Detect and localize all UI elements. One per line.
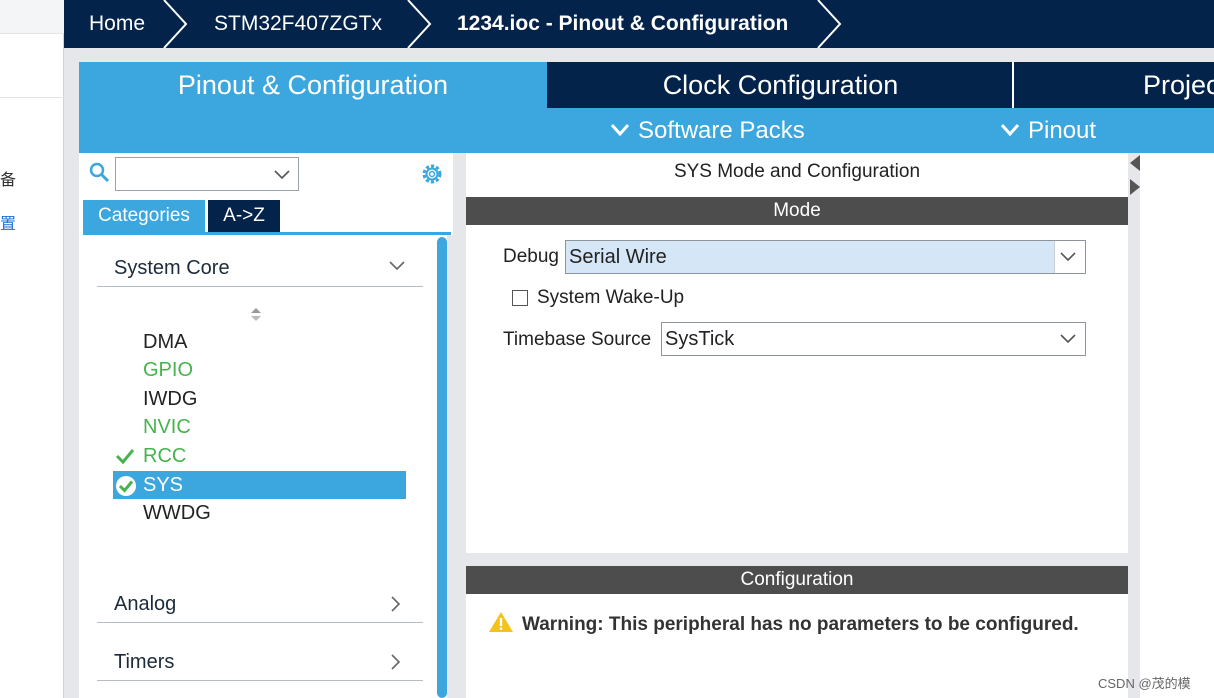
breadcrumb-home[interactable]: Home	[89, 0, 145, 48]
warning-icon	[489, 611, 513, 632]
chevron-down-icon	[610, 123, 630, 136]
tab-clock-configuration[interactable]: Clock Configuration	[549, 62, 1014, 108]
group-label: System Core	[114, 257, 230, 279]
breadcrumb-chevron-icon	[163, 0, 188, 48]
chevron-right-icon	[391, 596, 401, 612]
scrollbar[interactable]	[437, 237, 447, 698]
tree-item-iwdg[interactable]: IWDG	[113, 385, 406, 413]
tree-item-wwdg[interactable]: WWDG	[113, 499, 406, 527]
main-tabs: Pinout & Configuration Clock Configurati…	[79, 62, 1214, 108]
sort-icon[interactable]	[250, 306, 262, 324]
breadcrumb-mcu[interactable]: STM32F407ZGTx	[214, 0, 382, 48]
search-input[interactable]	[115, 157, 299, 191]
sub-toolbar: Software Packs Pinout	[79, 108, 1214, 153]
group-label: Analog	[114, 593, 177, 615]
group-timers[interactable]: Timers	[97, 645, 423, 681]
cubemx-window: Home STM32F407ZGTx 1234.ioc - Pinout & C…	[64, 0, 1214, 698]
breadcrumb-current[interactable]: 1234.ioc - Pinout & Configuration	[457, 0, 788, 48]
breadcrumb-chevron-icon	[817, 0, 842, 48]
category-tree: System Core DMA GPIO IWDG NVIC RCC SYS W…	[79, 235, 453, 698]
warning-text: Warning: This peripheral has no paramete…	[522, 614, 1079, 635]
watermark: CSDN @茂的模	[1098, 676, 1191, 691]
search-icon[interactable]	[89, 162, 111, 184]
tree-item-label: SYS	[143, 474, 184, 496]
mode-section: SYS Mode and Configuration Mode Debug Se…	[466, 153, 1128, 553]
tree-item-gpio[interactable]: GPIO	[113, 356, 406, 384]
tree-item-rcc[interactable]: RCC	[113, 442, 406, 470]
chevron-down-icon	[1000, 123, 1020, 136]
debug-select[interactable]: Serial Wire	[565, 240, 1086, 274]
panel-title: SYS Mode and Configuration	[673, 161, 921, 182]
debug-select-value: Serial Wire	[569, 246, 667, 268]
pinout-menu[interactable]: Pinout	[1000, 108, 1096, 153]
group-system-core[interactable]: System Core	[97, 251, 423, 287]
mode-header: Mode	[466, 197, 1128, 225]
tab-project-manager[interactable]: Projec	[1016, 62, 1214, 108]
software-packs-label: Software Packs	[638, 117, 805, 144]
tree-item-dma[interactable]: DMA	[113, 328, 406, 356]
breadcrumb: Home STM32F407ZGTx 1234.ioc - Pinout & C…	[64, 0, 1214, 48]
check-circle-icon	[116, 476, 136, 496]
tab-pinout-configuration[interactable]: Pinout & Configuration	[79, 62, 547, 108]
categories-panel: Categories A->Z System Core DMA GPIO IWD…	[79, 153, 453, 698]
software-packs-menu[interactable]: Software Packs	[610, 108, 805, 153]
chevron-down-icon	[274, 170, 290, 180]
chevron-right-icon	[391, 654, 401, 670]
chevron-down-icon	[389, 261, 405, 271]
tree-item-nvic[interactable]: NVIC	[113, 413, 406, 441]
tree-item-label: RCC	[143, 445, 187, 467]
system-wakeup-checkbox[interactable]	[512, 290, 528, 306]
background-window-header	[0, 0, 64, 34]
configuration-header: Configuration	[466, 566, 1128, 594]
background-text: 备	[0, 172, 17, 189]
pinout-menu-label: Pinout	[1028, 117, 1097, 144]
warning-message: Warning: This peripheral has no paramete…	[488, 611, 1079, 636]
gear-icon[interactable]	[419, 161, 445, 187]
background-window: 备 置	[0, 0, 64, 698]
checkmark-icon	[115, 449, 135, 465]
chevron-down-icon	[1060, 252, 1076, 262]
tree-item-sys[interactable]: SYS	[113, 471, 406, 499]
system-wakeup-label: System Wake-Up	[537, 287, 685, 308]
group-analog[interactable]: Analog	[97, 587, 423, 623]
background-link[interactable]: 置	[0, 210, 16, 234]
timebase-select-value: SysTick	[665, 328, 735, 350]
chevron-down-icon	[1060, 334, 1076, 344]
configuration-section: Configuration Warning: This peripheral h…	[466, 566, 1128, 698]
group-label: Timers	[114, 651, 175, 673]
select-separator	[1054, 241, 1055, 273]
tab-a-to-z[interactable]: A->Z	[208, 200, 280, 232]
debug-label: Debug	[503, 246, 559, 267]
timebase-select[interactable]: SysTick	[661, 322, 1086, 356]
background-divider	[0, 97, 64, 98]
scrollbar-track	[447, 235, 453, 698]
tab-categories[interactable]: Categories	[83, 200, 205, 232]
pinout-view-area	[1140, 153, 1214, 698]
timebase-label: Timebase Source	[503, 329, 652, 350]
mode-configuration-panel: SYS Mode and Configuration Mode Debug Se…	[466, 153, 1128, 698]
breadcrumb-chevron-icon	[407, 0, 432, 48]
